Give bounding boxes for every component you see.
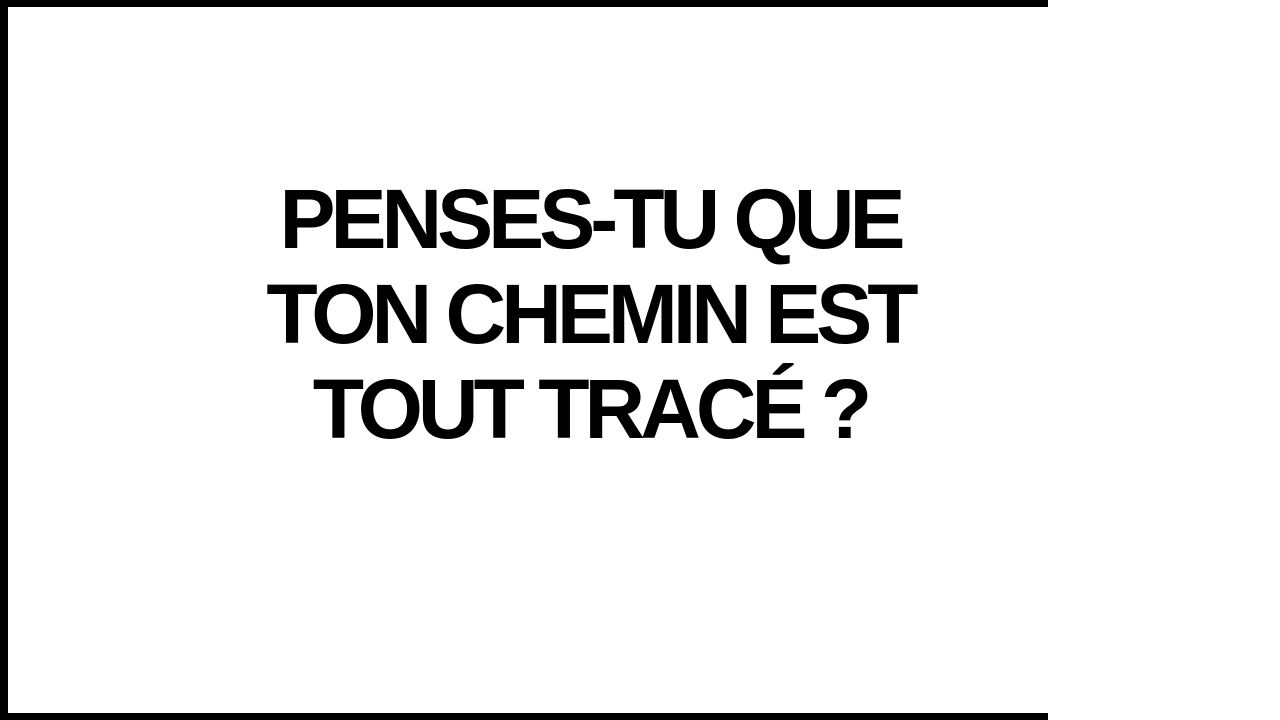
question-line-3: TOUT TRACÉ ? (312, 362, 872, 456)
slide-question: PENSES-TU QUE TON CHEMIN EST TOUT TRACÉ … (8, 172, 1172, 457)
question-line-1: PENSES-TU QUE (279, 172, 905, 266)
question-line-2: TON CHEMIN EST (266, 267, 918, 361)
